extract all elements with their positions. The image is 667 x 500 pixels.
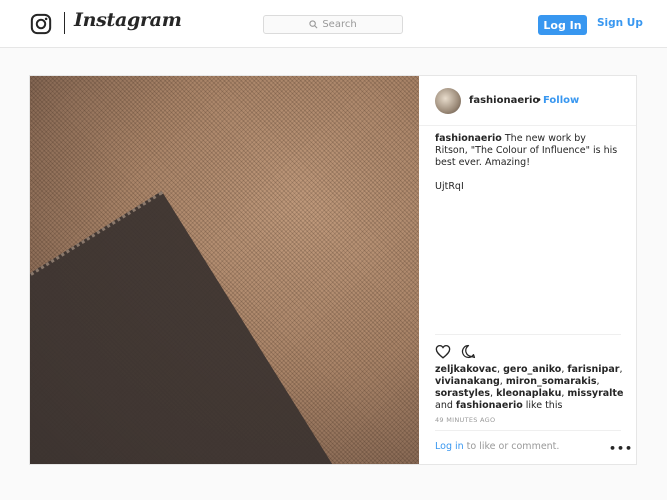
caption-tag: UjtRqI <box>435 181 464 192</box>
instagram-wordmark[interactable]: Instagram <box>74 9 182 31</box>
liker-username[interactable]: kleonaplaku <box>496 388 561 399</box>
post-author-username[interactable]: fashionaerio <box>469 95 539 106</box>
post-image[interactable] <box>30 76 419 464</box>
post-card: fashionaerio • Follow fashionaerio The n… <box>29 75 637 465</box>
liker-username[interactable]: fashionaerio <box>456 400 523 411</box>
post-timestamp: 49 MINUTES AGO <box>435 416 496 424</box>
likes-suffix: like this <box>525 400 563 411</box>
likes-text: zeljkakovac, gero_aniko, farisnipar, viv… <box>435 364 624 411</box>
avatar[interactable] <box>435 88 461 114</box>
divider <box>435 334 621 335</box>
sign-up-link[interactable]: Sign Up <box>597 17 643 29</box>
liker-username[interactable]: missyralte <box>567 388 623 399</box>
divider <box>435 430 621 431</box>
liker-username[interactable]: farisnipar <box>567 364 619 375</box>
more-options-icon[interactable]: ••• <box>609 442 633 455</box>
liker-username[interactable]: zeljkakovac <box>435 364 497 375</box>
separator-dot: • <box>536 95 542 106</box>
log-in-link[interactable]: Log in <box>435 441 464 452</box>
divider <box>419 125 636 126</box>
post-sidebar: fashionaerio • Follow fashionaerio The n… <box>419 76 636 464</box>
liker-username[interactable]: sorastyles <box>435 388 490 399</box>
caption-username[interactable]: fashionaerio <box>435 133 502 144</box>
comment-prompt-text: to like or comment. <box>463 441 560 452</box>
top-navigation-bar: Instagram Search Log In Sign Up <box>0 0 667 48</box>
post-caption: fashionaerio The new work by Ritson, "Th… <box>435 133 621 169</box>
liker-username[interactable]: gero_aniko <box>503 364 561 375</box>
comment-icon[interactable] <box>461 344 476 359</box>
heart-icon[interactable] <box>435 344 451 359</box>
instagram-camera-icon[interactable] <box>30 13 52 35</box>
follow-button[interactable]: Follow <box>543 95 579 106</box>
search-input[interactable]: Search <box>263 15 403 34</box>
search-icon <box>309 20 318 29</box>
liker-username[interactable]: miron_somarakis <box>506 376 597 387</box>
liker-username[interactable]: vivianakang <box>435 376 500 387</box>
search-placeholder: Search <box>322 19 357 30</box>
logo-divider <box>64 12 65 34</box>
log-in-button[interactable]: Log In <box>538 15 587 35</box>
comment-prompt: Log in to like or comment. <box>435 441 559 452</box>
likes-and: and <box>435 400 453 411</box>
